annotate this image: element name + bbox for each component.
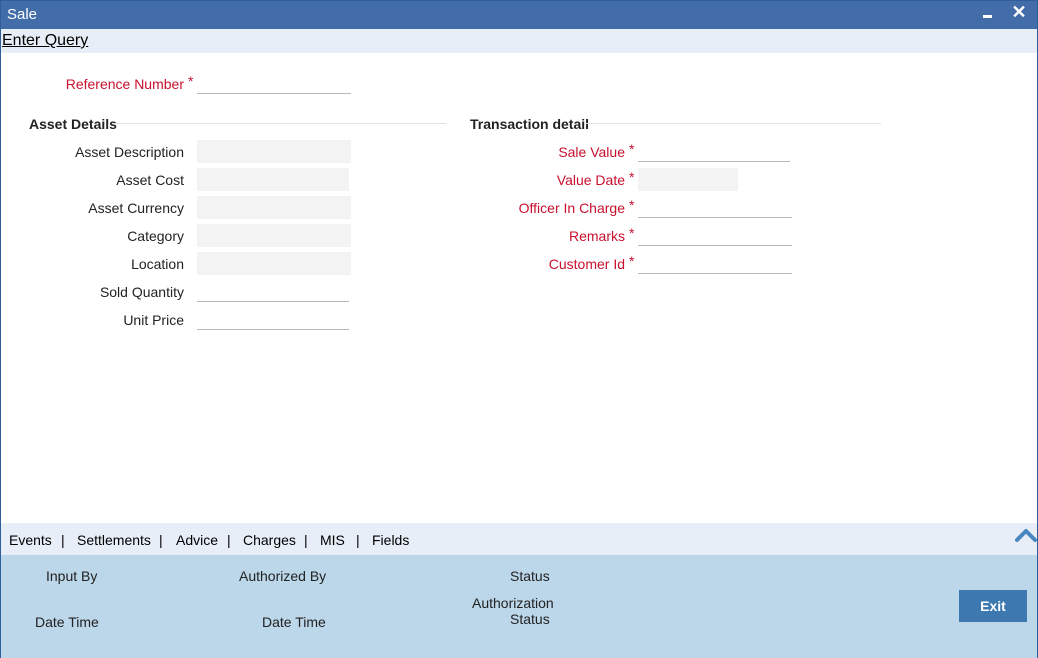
- tab-settlements[interactable]: Settlements: [77, 532, 151, 548]
- tab-separator: |: [227, 532, 231, 548]
- authorized-by-label: Authorized By: [239, 568, 327, 584]
- transaction-detail-heading: Transaction detail: [470, 116, 590, 132]
- required-marker: *: [629, 225, 635, 241]
- category-field[interactable]: [197, 224, 351, 247]
- asset-description-label: Asset Description: [75, 144, 184, 160]
- exit-button[interactable]: Exit: [959, 590, 1027, 622]
- asset-details-divider: [113, 123, 446, 124]
- required-marker: *: [629, 141, 635, 157]
- tab-mis[interactable]: MIS: [320, 532, 345, 548]
- close-icon[interactable]: ✕: [1009, 1, 1029, 25]
- value-date-field[interactable]: [638, 168, 738, 191]
- transaction-detail-divider: [585, 123, 881, 124]
- tab-fields[interactable]: Fields: [372, 532, 409, 548]
- tab-events[interactable]: Events: [9, 532, 52, 548]
- authorization-status-label: Authorization: [472, 595, 554, 611]
- tab-separator: |: [61, 532, 65, 548]
- required-marker: *: [629, 197, 635, 213]
- sold-quantity-input[interactable]: [197, 279, 349, 302]
- sale-value-label: Sale Value: [558, 144, 625, 160]
- toolbar: Enter Query: [1, 29, 1037, 53]
- tab-separator: |: [356, 532, 360, 548]
- tab-separator: |: [159, 532, 163, 548]
- reference-number-label: Reference Number: [65, 76, 184, 92]
- chevron-up-icon[interactable]: [1015, 526, 1037, 544]
- required-marker: *: [188, 73, 194, 89]
- auth-date-time-label: Date Time: [262, 614, 326, 630]
- unit-price-input[interactable]: [197, 307, 349, 330]
- officer-in-charge-label: Officer In Charge: [518, 200, 625, 216]
- minimize-icon[interactable]: [979, 3, 995, 25]
- enter-query-link[interactable]: Enter Query: [2, 32, 88, 50]
- reference-number-input[interactable]: [197, 71, 351, 94]
- title-bar: Sale ✕: [1, 1, 1037, 29]
- customer-id-label: Customer Id: [548, 256, 625, 272]
- asset-description-field[interactable]: [197, 140, 351, 163]
- status-label: Status: [510, 568, 550, 584]
- authorization-status-label-line2: Status: [510, 611, 550, 627]
- customer-id-input[interactable]: [638, 251, 792, 274]
- sale-value-input[interactable]: [638, 139, 790, 162]
- asset-currency-label: Asset Currency: [88, 200, 184, 216]
- value-date-label: Value Date: [556, 172, 625, 188]
- tab-advice[interactable]: Advice: [176, 532, 218, 548]
- tab-separator: |: [304, 532, 308, 548]
- asset-currency-field[interactable]: [197, 196, 351, 219]
- remarks-input[interactable]: [638, 223, 792, 246]
- sale-window: Sale ✕ Enter Query Reference Number * As…: [0, 0, 1038, 658]
- location-field[interactable]: [197, 252, 351, 275]
- sub-screen-tab-bar: Events | Settlements | Advice | Charges …: [1, 523, 1037, 555]
- officer-in-charge-input[interactable]: [638, 195, 792, 218]
- window-title: Sale: [7, 6, 38, 23]
- asset-cost-field[interactable]: [197, 168, 349, 191]
- category-label: Category: [127, 228, 184, 244]
- location-label: Location: [131, 256, 184, 272]
- audit-footer: Input By Date Time Authorized By Date Ti…: [1, 555, 1037, 658]
- sold-quantity-label: Sold Quantity: [99, 284, 184, 300]
- unit-price-label: Unit Price: [123, 312, 184, 328]
- required-marker: *: [629, 169, 635, 185]
- date-time-label: Date Time: [35, 614, 99, 630]
- input-by-label: Input By: [46, 568, 98, 584]
- remarks-label: Remarks: [568, 228, 625, 244]
- tab-charges[interactable]: Charges: [243, 532, 296, 548]
- asset-details-heading: Asset Details: [29, 116, 117, 132]
- asset-cost-label: Asset Cost: [116, 172, 184, 188]
- required-marker: *: [629, 253, 635, 269]
